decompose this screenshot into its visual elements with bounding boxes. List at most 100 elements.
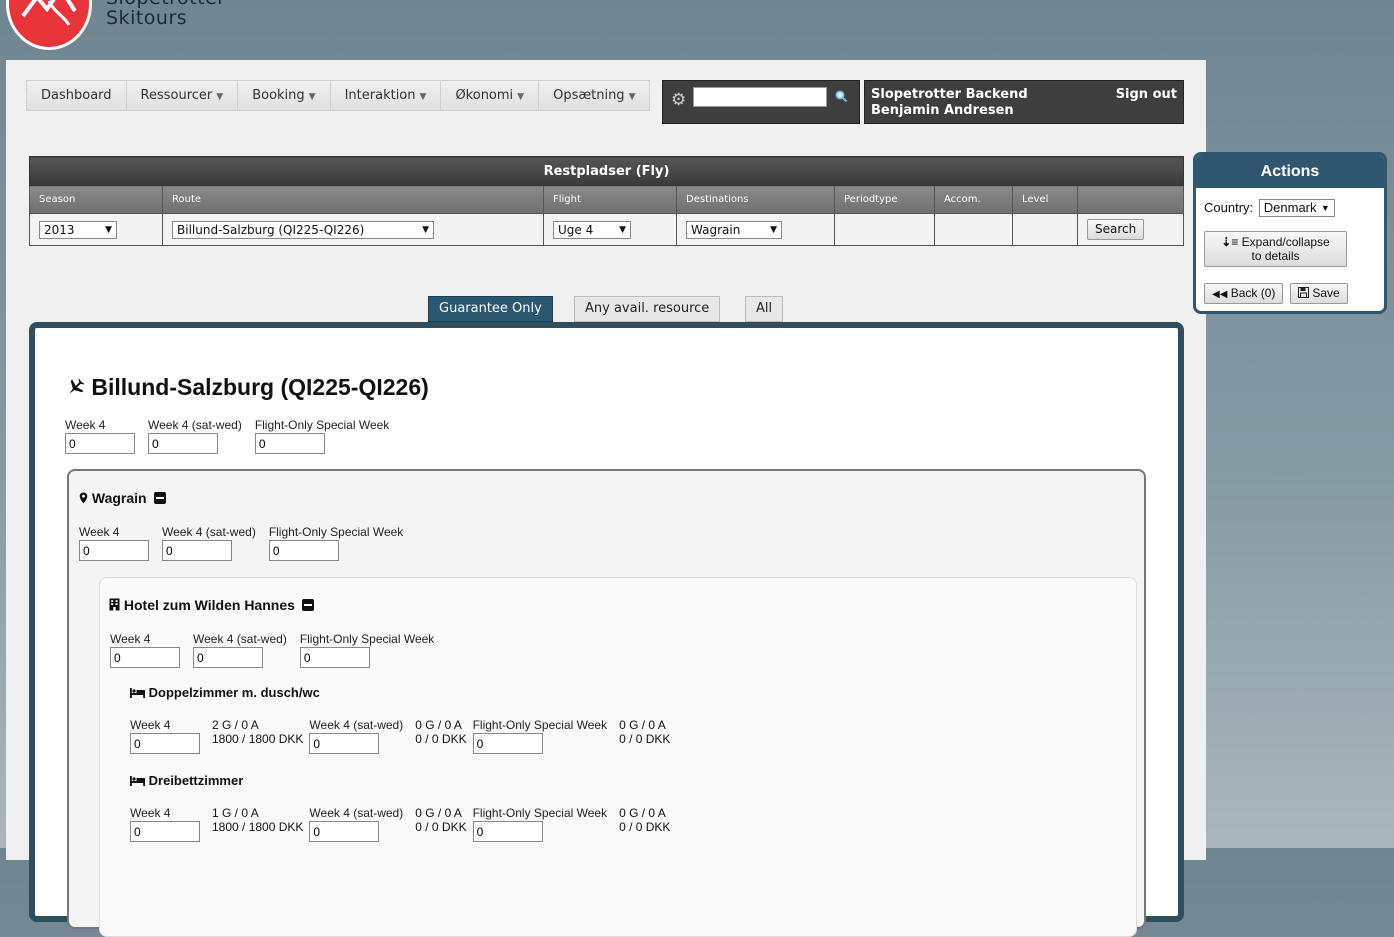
expand-label: Expand/collapse: [1241, 235, 1330, 249]
nav-label: Ressourcer: [140, 88, 213, 103]
week-label: Week 4: [65, 418, 106, 432]
app-name: Slopetrotter Backend: [871, 87, 1028, 102]
week-field: Week 4 (sat-wed): [162, 525, 256, 561]
week-input[interactable]: [268, 540, 339, 561]
nav-dashboard[interactable]: Dashboard: [27, 81, 127, 110]
week-input[interactable]: [110, 647, 180, 668]
plane-icon: [69, 378, 85, 394]
week-label: Flight-Only Special Week: [299, 632, 435, 646]
level-cell: [1012, 213, 1078, 246]
results-panel: Billund-Salzburg (QI225-QI226) Week 4 We…: [29, 322, 1184, 937]
tab-any-avail-resource[interactable]: Any avail. resource: [574, 296, 721, 322]
nav-booking[interactable]: Booking ▼: [238, 81, 331, 110]
room-week-fields: Week 4 1 G / 0 A 1800 / 1800 DKK Week 4 …: [130, 806, 676, 842]
week-label: Week 4 (sat-wed): [193, 632, 287, 646]
column-header: Accom.: [934, 185, 1013, 214]
week-field: Week 4: [130, 718, 200, 754]
destination-select[interactable]: Wagrain ▼: [686, 220, 782, 239]
week-input[interactable]: [130, 821, 200, 842]
week-input[interactable]: [162, 540, 232, 561]
week-input[interactable]: [193, 647, 263, 668]
season-select[interactable]: 2013 ▼: [39, 220, 117, 239]
route-heading: Billund-Salzburg (QI225-QI226): [65, 374, 429, 401]
filter-table: Restpladser (Fly) Season Route Flight De…: [29, 156, 1184, 246]
chevron-down-icon: ▼: [770, 224, 777, 235]
destination-heading: Wagrain: [79, 490, 166, 506]
global-search: ⚙: [662, 80, 860, 124]
logo[interactable]: [6, 0, 92, 50]
week-input[interactable]: [130, 733, 200, 754]
week-label: Week 4: [79, 525, 120, 539]
nav-interaktion[interactable]: Interaktion ▼: [330, 81, 442, 110]
week-field: Week 4: [110, 632, 180, 668]
collapse-icon[interactable]: [153, 492, 166, 504]
hotel-heading: Hotel zum Wilden Hannes: [109, 597, 314, 613]
availability-price: 0 / 0 DKK: [619, 732, 671, 746]
country-row: Country: Denmark ▼: [1204, 199, 1335, 217]
search-input[interactable]: [693, 87, 827, 107]
search-button[interactable]: Search: [1087, 219, 1145, 240]
user-name: Benjamin Andresen: [871, 103, 1014, 118]
availability-price: 1800 / 1800 DKK: [212, 820, 304, 834]
nav-ressourcer[interactable]: Ressourcer ▼: [126, 81, 239, 110]
nav-okonomi[interactable]: Økonomi ▼: [441, 81, 540, 110]
week-label: Flight-Only Special Week: [472, 806, 608, 820]
flight-select[interactable]: Uge 4 ▼: [553, 220, 631, 239]
nav-opsaetning[interactable]: Opsætning ▼: [539, 81, 650, 110]
week-input[interactable]: [309, 821, 380, 842]
season-value: 2013: [44, 222, 75, 237]
availability-count: 2 G / 0 A: [212, 718, 259, 732]
nav-label: Opsætning: [553, 88, 625, 103]
nav-label: Dashboard: [41, 88, 112, 103]
tab-guarantee-only[interactable]: Guarantee Only: [428, 296, 553, 322]
week-input[interactable]: [299, 647, 370, 668]
expand-collapse-button[interactable]: ⇣≡ Expand/collapse to details: [1204, 231, 1347, 267]
user-panel: Slopetrotter Backend Benjamin Andresen S…: [864, 80, 1184, 124]
search-icon[interactable]: [835, 89, 848, 104]
nav-label: Interaktion: [344, 88, 416, 103]
room-title: Doppelzimmer m. dusch/wc: [148, 685, 320, 700]
backward-icon: ◀◀: [1212, 289, 1228, 300]
destination-title: Wagrain: [91, 490, 147, 506]
mountain-logo-icon: [21, 0, 77, 26]
week-input[interactable]: [254, 433, 325, 454]
week-input[interactable]: [65, 433, 135, 454]
week-field: Week 4 (sat-wed): [309, 806, 403, 842]
map-marker-icon: [79, 492, 88, 504]
week-input[interactable]: [472, 733, 543, 754]
week-field: Flight-Only Special Week: [254, 418, 389, 454]
sign-out-link[interactable]: Sign out: [1116, 87, 1177, 102]
save-button[interactable]: Save: [1290, 283, 1348, 304]
expand-label-2: to details: [1251, 249, 1300, 263]
room-title: Dreibettzimmer: [148, 773, 244, 788]
week-input[interactable]: [148, 433, 218, 454]
availability-count: 1 G / 0 A: [212, 806, 259, 820]
building-icon: [109, 598, 120, 611]
week-label: Week 4 (sat-wed): [148, 418, 242, 432]
back-button[interactable]: ◀◀ Back (0): [1204, 283, 1284, 304]
room-heading: Dreibettzimmer: [130, 773, 243, 788]
week-field: Flight-Only Special Week: [268, 525, 404, 561]
country-value: Denmark: [1263, 200, 1317, 215]
collapse-icon[interactable]: [301, 599, 314, 611]
week-field: Week 4 (sat-wed): [148, 418, 242, 454]
country-select[interactable]: Denmark ▼: [1258, 199, 1335, 217]
nav-label: Booking: [252, 88, 305, 103]
route-select[interactable]: Billund-Salzburg (QI225-QI226) ▼: [172, 220, 434, 239]
hotel-week-fields: Week 4 Week 4 (sat-wed) Flight-Only Spec…: [110, 632, 447, 668]
week-input[interactable]: [79, 540, 149, 561]
week-input[interactable]: [472, 821, 543, 842]
chevron-down-icon: ▼: [105, 224, 112, 235]
hotel-box: Hotel zum Wilden Hannes Week 4 Week 4 (s…: [99, 577, 1137, 937]
tab-all[interactable]: All: [745, 296, 784, 322]
bed-icon: [130, 687, 145, 698]
week-label: Flight-Only Special Week: [268, 525, 404, 539]
availability-info: 0 G / 0 A 0 / 0 DKK: [415, 806, 466, 842]
column-header: Season: [29, 185, 163, 214]
nav-label: Økonomi: [455, 88, 514, 103]
flight-cell: Uge 4 ▼: [543, 213, 677, 246]
caret-down-icon: ▼: [628, 92, 636, 102]
week-field: Week 4: [130, 806, 200, 842]
week-input[interactable]: [309, 733, 380, 754]
gear-icon[interactable]: ⚙: [671, 90, 686, 110]
